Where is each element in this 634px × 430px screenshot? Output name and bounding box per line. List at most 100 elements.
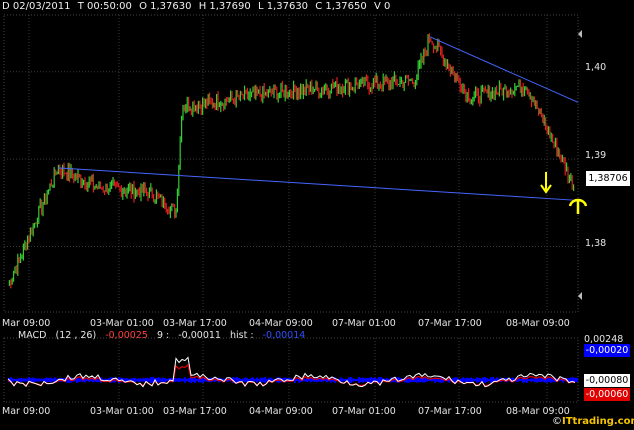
macd-hist-bar	[350, 377, 352, 383]
y-tick-label: 1,39	[585, 150, 607, 161]
macd-hist-bar	[256, 377, 258, 383]
macd-hist-bar	[38, 378, 40, 382]
macd-hist-bar	[356, 378, 358, 382]
macd-hist-bar	[254, 378, 256, 382]
macd-hist-bar	[540, 377, 542, 383]
macd-hist-bar	[470, 377, 472, 383]
copyright-symbol: ©	[552, 416, 562, 427]
hist-label: hist :	[230, 330, 254, 341]
macd-value-box: -0,00020	[584, 344, 630, 357]
macd-hist-bar	[424, 377, 426, 383]
macd-x-tick-label: 03-Mar 01:00	[90, 406, 154, 417]
macd-hist-bar	[46, 377, 48, 383]
y-tick-label: 1,38	[585, 238, 607, 249]
macd-hist-bar	[140, 378, 142, 382]
macd-x-tick-label: 07-Mar 17:00	[418, 406, 482, 417]
macd-hist-bar	[418, 377, 420, 383]
macd-hist-bar	[490, 377, 492, 383]
macd-panel[interactable]	[7, 356, 578, 388]
macd-hist-bar	[32, 377, 34, 383]
scroll-marker-icon	[578, 292, 582, 300]
macd-hist-bar	[20, 377, 22, 383]
macd-hist-bar	[18, 378, 20, 382]
watermark: ©ITtrading.com	[552, 416, 634, 427]
y-tick-label: 1,40	[585, 62, 607, 73]
macd-hist-bar	[196, 378, 198, 382]
macd-hist-bar	[378, 377, 380, 383]
macd-hist-bar	[48, 377, 50, 383]
x-tick-label: 07-Mar 17:00	[418, 318, 482, 329]
macd-hist-bar	[260, 377, 262, 383]
macd-signal-line	[7, 364, 576, 387]
macd-hist-bar	[532, 378, 534, 382]
price-pane-frame	[3, 14, 579, 313]
macd-hist-bar	[296, 378, 298, 382]
macd-pane-frame	[3, 337, 579, 403]
macd-hist-bar	[160, 378, 162, 382]
x-tick-label: 04-Mar 09:00	[249, 318, 313, 329]
macd-hist-bar	[488, 378, 490, 382]
macd-hist-bar	[26, 378, 28, 382]
macd-hist-bar	[520, 378, 522, 382]
macd-hist-bar	[464, 378, 466, 382]
macd-x-tick-label: Mar 09:00	[2, 406, 51, 417]
trendlines[interactable]	[57, 36, 579, 201]
macd-hist-bar	[248, 378, 250, 382]
macd-hist-bar	[158, 377, 160, 383]
signal-value: -0,00011	[178, 330, 221, 341]
macd-hist-bar	[176, 378, 178, 382]
macd-hist-bar	[42, 378, 44, 382]
macd-hist-bar	[16, 378, 18, 382]
macd-hist-bar	[50, 377, 52, 383]
macd-hist-bar	[184, 377, 186, 383]
macd-hist-bar	[486, 378, 488, 382]
macd-hist-bar	[576, 377, 578, 383]
macd-hist-bar	[360, 378, 362, 382]
macd-hist-bar	[22, 378, 24, 382]
macd-hist-bar	[34, 378, 36, 382]
x-tick-label: 03-Mar 17:00	[163, 318, 227, 329]
macd-hist-bar	[136, 378, 138, 382]
grid-lines	[3, 14, 579, 403]
macd-hist-bar	[344, 378, 346, 382]
macd-hist-bar	[376, 378, 378, 382]
macd-hist-bar	[362, 377, 364, 383]
macd-hist-bar	[164, 378, 166, 382]
macd-hist-bar	[242, 378, 244, 382]
macd-hist-bar	[342, 378, 344, 382]
macd-hist-bar	[314, 378, 316, 382]
macd-label: MACD	[18, 330, 47, 341]
macd-hist-bar	[548, 378, 550, 382]
macd-hist-bar	[528, 378, 530, 382]
macd-hist-bar	[14, 378, 16, 382]
macd-hist-bar	[40, 378, 42, 382]
chart-decorations	[540, 30, 588, 300]
macd-hist-bar	[174, 377, 176, 383]
macd-hist-bar	[468, 378, 470, 382]
macd-hist-bar	[472, 378, 474, 382]
hist-value: -0,00014	[262, 330, 306, 341]
macd-value: -0,00025	[105, 330, 148, 341]
macd-hist-bar	[188, 377, 190, 383]
x-tick-label: 07-Mar 01:00	[332, 318, 396, 329]
chart-canvas[interactable]	[0, 0, 634, 430]
macd-hist-bar	[182, 378, 184, 382]
macd-hist-bar	[78, 378, 80, 382]
macd-hist-bar	[262, 377, 264, 383]
x-tick-label: 03-Mar 01:00	[90, 318, 154, 329]
macd-x-tick-label: 04-Mar 09:00	[249, 406, 313, 417]
macd-hist-bar	[240, 378, 242, 382]
macd-hist-bar	[366, 378, 368, 382]
macd-hist-bar	[138, 378, 140, 382]
macd-x-tick-label: 03-Mar 17:00	[163, 406, 227, 417]
hist-value-box: -0,00060	[584, 388, 630, 401]
macd-hist-bar	[12, 378, 14, 382]
macd-hist-bar	[574, 377, 576, 383]
macd-hist-bar	[148, 378, 150, 382]
macd-hist-bar	[258, 378, 260, 382]
macd-hist-bar	[150, 377, 152, 383]
arrow-down-icon	[540, 172, 552, 194]
x-tick-label: Mar 09:00	[2, 318, 51, 329]
macd-hist-bar	[476, 377, 478, 383]
macd-hist-bar	[530, 378, 532, 382]
